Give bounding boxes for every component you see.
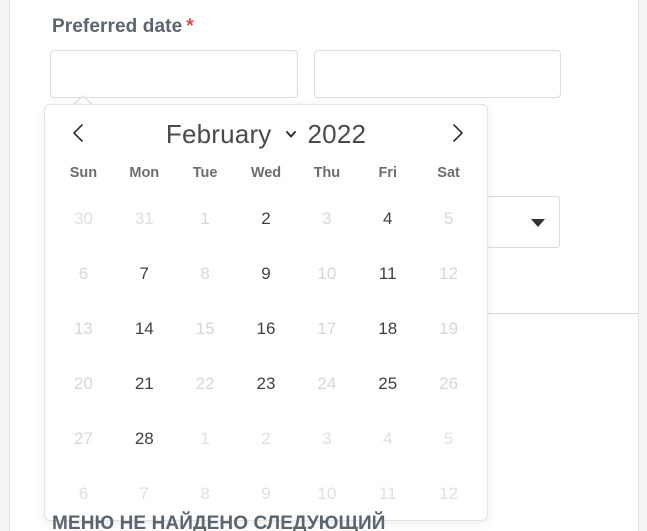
- day-cell: 19: [439, 318, 459, 338]
- day-cell: 31: [134, 208, 154, 228]
- section-divider: [487, 313, 638, 314]
- day-cell: 24: [317, 373, 337, 393]
- day-cell: 6: [78, 263, 89, 283]
- day-cell: 1: [200, 428, 210, 448]
- day-cell: 26: [439, 373, 459, 393]
- date-to-input[interactable]: [314, 50, 561, 98]
- day-cell[interactable]: 25: [357, 356, 418, 411]
- weekday-header: Mon: [129, 165, 160, 181]
- day-cell: 5: [443, 428, 454, 448]
- day-cell: 27: [73, 428, 93, 448]
- day-cell[interactable]: 2: [236, 191, 297, 246]
- calendar-header: February 2022: [45, 105, 487, 161]
- day-cell: 22: [195, 373, 215, 393]
- date-picker-popup: February 2022 Sun Mon Tue Wed Thu Fri Sat 30 31…: [44, 104, 488, 521]
- day-cell: 12: [439, 263, 459, 283]
- day-cell[interactable]: 21: [114, 356, 175, 411]
- day-cell: 15: [195, 318, 215, 338]
- day-cell[interactable]: 11: [357, 246, 418, 301]
- bottom-heading: МЕНЮ НЕ НАЙДЕНО СЛЕДУЮЩИЙ: [52, 513, 386, 531]
- chevron-down-icon: [284, 127, 298, 141]
- day-cell: 3: [322, 208, 332, 228]
- weekday-header-row: Sun Mon Tue Wed Thu Fri Sat: [45, 159, 487, 191]
- day-cell: 12: [439, 483, 459, 503]
- day-cell[interactable]: 4: [357, 191, 418, 246]
- day-cell: 20: [73, 373, 93, 393]
- page-root: Preferred date * February 2022 Sun Mon T…: [0, 0, 647, 531]
- page-title: Preferred date: [52, 16, 183, 37]
- weekday-header: Tue: [192, 165, 218, 181]
- day-cell[interactable]: 28: [114, 411, 175, 466]
- day-cell[interactable]: 23: [236, 356, 297, 411]
- required-asterisk: *: [186, 16, 194, 37]
- day-cell: 1: [200, 208, 210, 228]
- preferred-date-label-row: Preferred date *: [52, 16, 194, 38]
- date-from-input[interactable]: [50, 50, 298, 98]
- day-cell: 10: [317, 263, 337, 283]
- next-month-button[interactable]: [441, 117, 473, 149]
- month-select[interactable]: February: [166, 119, 308, 150]
- day-cell: 4: [382, 428, 393, 448]
- day-cell[interactable]: 18: [357, 301, 418, 356]
- day-cell: 17: [317, 318, 337, 338]
- day-cell[interactable]: 7: [114, 246, 175, 301]
- weekday-header: Thu: [313, 165, 341, 181]
- day-cell[interactable]: 14: [114, 301, 175, 356]
- year-label[interactable]: 2022: [308, 119, 367, 150]
- weekday-header: Sun: [69, 165, 98, 181]
- weekday-header: Fri: [378, 165, 397, 181]
- day-cell: 5: [443, 208, 454, 228]
- weekday-header: Sat: [437, 165, 460, 181]
- day-cell: 2: [261, 428, 271, 448]
- day-cell[interactable]: 9: [236, 246, 297, 301]
- weekday-header: Wed: [250, 165, 282, 181]
- chevron-right-icon: [453, 124, 463, 142]
- calendar-title: February 2022: [45, 117, 487, 151]
- day-cell: 3: [322, 428, 332, 448]
- previous-month-button[interactable]: [63, 117, 95, 149]
- calendar-day-grid: 30 31 1 2 3 4 5 6 7 8 9 10 11 12 13 14 15 16 17 18 19 20 21 22 2…: [45, 191, 487, 520]
- day-cell: 30: [73, 208, 93, 228]
- triangle-down-icon: [531, 219, 545, 227]
- day-cell: 8: [200, 263, 210, 283]
- day-cell: 13: [73, 318, 93, 338]
- month-label: February: [165, 118, 272, 149]
- day-cell[interactable]: 16: [236, 301, 297, 356]
- background-select[interactable]: [487, 196, 560, 248]
- chevron-left-icon: [73, 124, 83, 142]
